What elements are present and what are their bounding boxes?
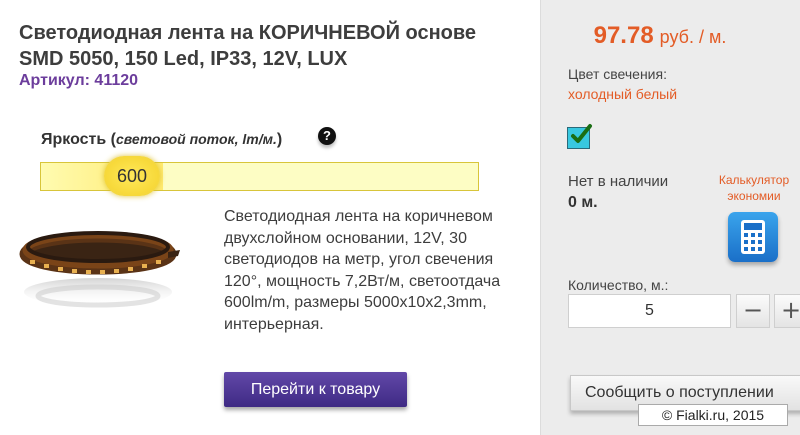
brightness-label-prefix: Яркость ( xyxy=(41,131,116,148)
checkbox-icon[interactable] xyxy=(567,124,592,149)
product-panel: Светодиодная лента на КОРИЧНЕВОЙ основе … xyxy=(0,0,540,435)
price-value: 97.78 xyxy=(593,22,654,49)
glow-color-label: Цвет свечения: xyxy=(568,66,667,82)
price: 97.78 руб. / м. xyxy=(540,22,780,50)
brightness-label-unit: световой поток, lm/м. xyxy=(115,131,277,147)
stock-label: Нет в наличии xyxy=(568,173,669,190)
quantity-label: Количество, м.: xyxy=(568,277,669,293)
copyright-watermark: © Fialki.ru, 2015 xyxy=(638,404,788,426)
price-unit: руб. / м. xyxy=(659,27,727,47)
glow-color-value: холодный белый xyxy=(568,86,678,102)
product-title: Светодиодная лента на КОРИЧНЕВОЙ основе … xyxy=(19,22,477,70)
checkmark-icon xyxy=(571,124,592,143)
brightness-label-suffix: ) xyxy=(276,131,283,148)
product-description: Светодиодная лента на коричневом двухсло… xyxy=(224,208,501,333)
quantity-plus-button[interactable]: + xyxy=(774,294,800,328)
brightness-slider-handle[interactable]: 600 xyxy=(104,156,160,196)
quantity-input[interactable] xyxy=(568,294,731,328)
question-icon[interactable]: ? xyxy=(318,127,336,145)
brightness-label: Яркость (световой поток, lm/м.) xyxy=(41,131,282,149)
quantity-minus-button[interactable]: − xyxy=(736,294,770,328)
calculator-label[interactable]: Калькулятор экономии xyxy=(706,172,800,204)
product-sku: Артикул: 41120 xyxy=(19,72,139,89)
led-strip-image xyxy=(19,231,180,308)
go-to-product-button[interactable]: Перейти к товару xyxy=(224,372,407,407)
stock-value: 0 м. xyxy=(568,194,598,211)
calculator-icon[interactable] xyxy=(728,212,778,262)
